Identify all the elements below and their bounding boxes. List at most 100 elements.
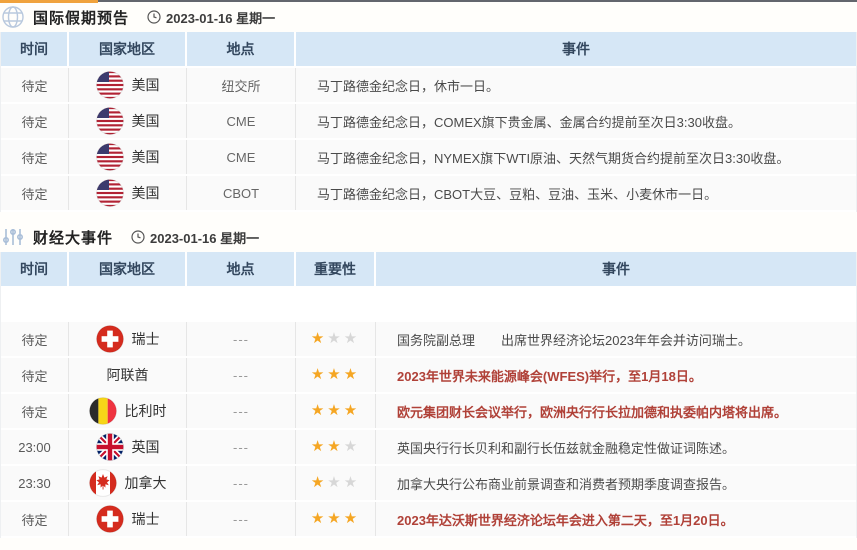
events-table: 时间国家地区地点重要性事件待定瑞士---★★★国务院副总理 出席世界经济论坛20… <box>0 252 857 538</box>
globe-icon <box>1 5 25 29</box>
time-cell: 待定 <box>1 140 69 174</box>
holiday-section-header: 国际假期预告 2023-01-16 星期一 <box>0 2 857 32</box>
importance-cell: ★★★ <box>296 358 376 392</box>
column-header: 时间 <box>1 252 69 286</box>
time-cell: 待定 <box>1 394 69 428</box>
importance-cell: ★★★ <box>296 502 376 536</box>
star-filled-icon: ★ <box>344 402 360 419</box>
event-row[interactable]: 待定瑞士---★★★国务院副总理 出席世界经济论坛2023年年会并访问瑞士。 <box>1 322 856 358</box>
star-filled-icon: ★ <box>311 402 327 419</box>
holiday-row[interactable]: 待定 美国 CME马丁路德金纪念日，NYMEX旗下WTI原油、天然气期货合约提前至次… <box>1 140 856 176</box>
clock-icon <box>147 10 161 24</box>
star-filled-icon: ★ <box>311 330 327 347</box>
event-row[interactable]: 待定 阿联酋 --- ★★★ 2023年世界未来能源峰会(WFES)举行，至1月18日。 <box>1 358 856 394</box>
star-empty-icon: ★ <box>327 474 343 491</box>
event-row[interactable]: 23:30 加拿大---★★★加拿大央行公布商业前景调查和消费者预期季度调查报告… <box>1 466 856 502</box>
column-header: 重要性 <box>296 252 376 286</box>
column-header: 国家地区 <box>69 32 187 66</box>
country-name: 美国 <box>132 147 160 167</box>
column-header: 时间 <box>1 32 69 66</box>
placeholder-row <box>1 288 856 322</box>
country-name: 比利时 <box>125 401 167 421</box>
importance-cell: ★★★ <box>296 394 376 428</box>
flag-us-icon <box>96 71 124 99</box>
event-cell: 2023年世界未来能源峰会(WFES)举行，至1月18日。 <box>376 358 856 392</box>
flag-ca-icon <box>89 469 117 497</box>
event-row[interactable]: 23:00 英国--- ★★★ 英国央行行长贝利和副行长伍兹就金融稳定性做证词陈述。 <box>1 430 856 466</box>
country-cell: 美国 <box>69 140 187 174</box>
flag-ch-icon <box>96 325 124 353</box>
country-name: 美国 <box>132 111 160 131</box>
star-filled-icon: ★ <box>311 438 327 455</box>
event-cell: 英国央行行长贝利和副行长伍兹就金融稳定性做证词陈述。 <box>376 430 856 464</box>
importance-stars: ★★★ <box>311 511 360 528</box>
flag-gb-icon <box>96 433 124 461</box>
country-name: 加拿大 <box>125 473 167 493</box>
star-filled-icon: ★ <box>311 474 327 491</box>
star-empty-icon: ★ <box>344 474 360 491</box>
holiday-table: 时间国家地区地点事件待定美国纽交所马丁路德金纪念日，休市一日。待定美国CME马丁… <box>0 32 857 212</box>
flag-ch-icon <box>96 505 124 533</box>
table-header-row: 时间国家地区地点事件 <box>1 32 856 68</box>
importance-stars: ★★★ <box>311 403 360 420</box>
holiday-row[interactable]: 待定美国纽交所马丁路德金纪念日，休市一日。 <box>1 68 856 104</box>
column-header: 事件 <box>376 252 856 286</box>
location-cell: --- <box>187 322 296 356</box>
location-cell: --- <box>187 358 296 392</box>
country-cell: 瑞士 <box>69 322 187 356</box>
event-row[interactable]: 待定瑞士---★★★2023年达沃斯世界经济论坛年会进入第二天，至1月20日。 <box>1 502 856 538</box>
location-cell: --- <box>187 430 296 464</box>
active-tab-indicator <box>0 0 98 3</box>
time-cell: 待定 <box>1 502 69 536</box>
star-empty-icon: ★ <box>327 330 343 347</box>
star-filled-icon: ★ <box>311 510 327 527</box>
importance-cell: ★★★ <box>296 430 376 464</box>
time-cell: 待定 <box>1 68 69 102</box>
event-row[interactable]: 待定比利时---★★★欧元集团财长会议举行，欧洲央行行长拉加德和执委帕内塔将出席… <box>1 394 856 430</box>
clock-icon <box>131 230 145 244</box>
country-cell: 美国 <box>69 68 187 102</box>
event-cell: 马丁路德金纪念日，CBOT大豆、豆粕、豆油、玉米、小麦休市一日。 <box>296 176 856 210</box>
importance-stars: ★★★ <box>311 367 360 384</box>
holiday-row[interactable]: 待定美国CME马丁路德金纪念日，COMEX旗下贵金属、金属合约提前至次日3:30… <box>1 104 856 140</box>
time-cell: 待定 <box>1 358 69 392</box>
importance-cell: ★★★ <box>296 322 376 356</box>
country-cell: 英国 <box>69 430 187 464</box>
events-section-header: 财经大事件 2023-01-16 星期一 <box>0 222 857 252</box>
star-filled-icon: ★ <box>327 438 343 455</box>
event-cell: 马丁路德金纪念日，NYMEX旗下WTI原油、天然气期货合约提前至次日3:30收盘… <box>296 140 856 174</box>
placeholder-cell <box>1 288 856 320</box>
country-cell: 阿联酋 <box>69 358 187 392</box>
star-filled-icon: ★ <box>344 366 360 383</box>
importance-stars: ★★★ <box>311 439 360 456</box>
location-cell: CME <box>187 140 296 174</box>
table-header-row: 时间国家地区地点重要性事件 <box>1 252 856 288</box>
time-cell: 23:00 <box>1 430 69 464</box>
time-cell: 待定 <box>1 322 69 356</box>
holiday-row[interactable]: 待定美国CBOT马丁路德金纪念日，CBOT大豆、豆粕、豆油、玉米、小麦休市一日。 <box>1 176 856 212</box>
star-filled-icon: ★ <box>344 510 360 527</box>
event-cell: 马丁路德金纪念日，COMEX旗下贵金属、金属合约提前至次日3:30收盘。 <box>296 104 856 138</box>
sliders-icon <box>1 225 25 249</box>
country-name: 阿联酋 <box>107 365 149 385</box>
section-date: 2023-01-16 星期一 <box>147 8 275 27</box>
column-header: 国家地区 <box>69 252 187 286</box>
section-title: 财经大事件 <box>33 227 113 248</box>
column-header: 事件 <box>296 32 856 66</box>
time-cell: 23:30 <box>1 466 69 500</box>
country-name: 瑞士 <box>132 509 160 529</box>
event-cell: 马丁路德金纪念日，休市一日。 <box>296 68 856 102</box>
section-date: 2023-01-16 星期一 <box>131 228 259 247</box>
column-header: 地点 <box>187 252 296 286</box>
location-cell: 纽交所 <box>187 68 296 102</box>
country-cell: 比利时 <box>69 394 187 428</box>
star-empty-icon: ★ <box>344 330 360 347</box>
location-cell: CBOT <box>187 176 296 210</box>
importance-stars: ★★★ <box>311 331 360 348</box>
location-cell: CME <box>187 104 296 138</box>
location-cell: --- <box>187 394 296 428</box>
event-cell: 欧元集团财长会议举行，欧洲央行行长拉加德和执委帕内塔将出席。 <box>376 394 856 428</box>
country-cell: 美国 <box>69 176 187 210</box>
country-name: 美国 <box>132 183 160 203</box>
flag-us-icon <box>96 179 124 207</box>
